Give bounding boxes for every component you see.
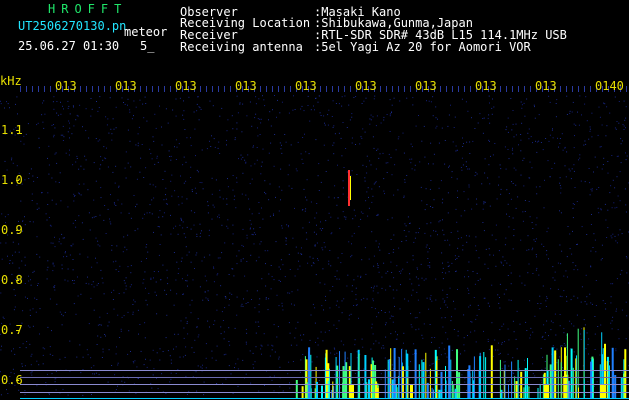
noise-field [0,86,629,396]
x-tick-label: 013 [115,79,137,93]
y-tick-mark: - [14,273,22,287]
y-tick-mark: - [14,223,22,237]
x-tick-label: 013 [175,79,197,93]
y-tick-mark: - [14,373,22,387]
x-tick-label: 013 [535,79,557,93]
x-tick-label: 013 [355,79,377,93]
x-tick-label: 013 [475,79,497,93]
x-tick-label: 013 [55,79,77,93]
spectrogram-plot [0,86,629,399]
meteor-echoes [295,170,627,398]
y-tick-mark: - [14,173,22,187]
y-unit-label: kHz [0,74,22,88]
hrofft-window: HROFFT UT2506270130.pn meteor 25.06.27 0… [0,0,629,400]
y-tick-mark: - [14,323,22,337]
x-tick-label: 013 [235,79,257,93]
x-tick-label: 0140 [595,79,624,93]
x-tick-label: 013 [415,79,437,93]
x-tick-label: 013 [295,79,317,93]
y-tick-mark: - [14,123,22,137]
